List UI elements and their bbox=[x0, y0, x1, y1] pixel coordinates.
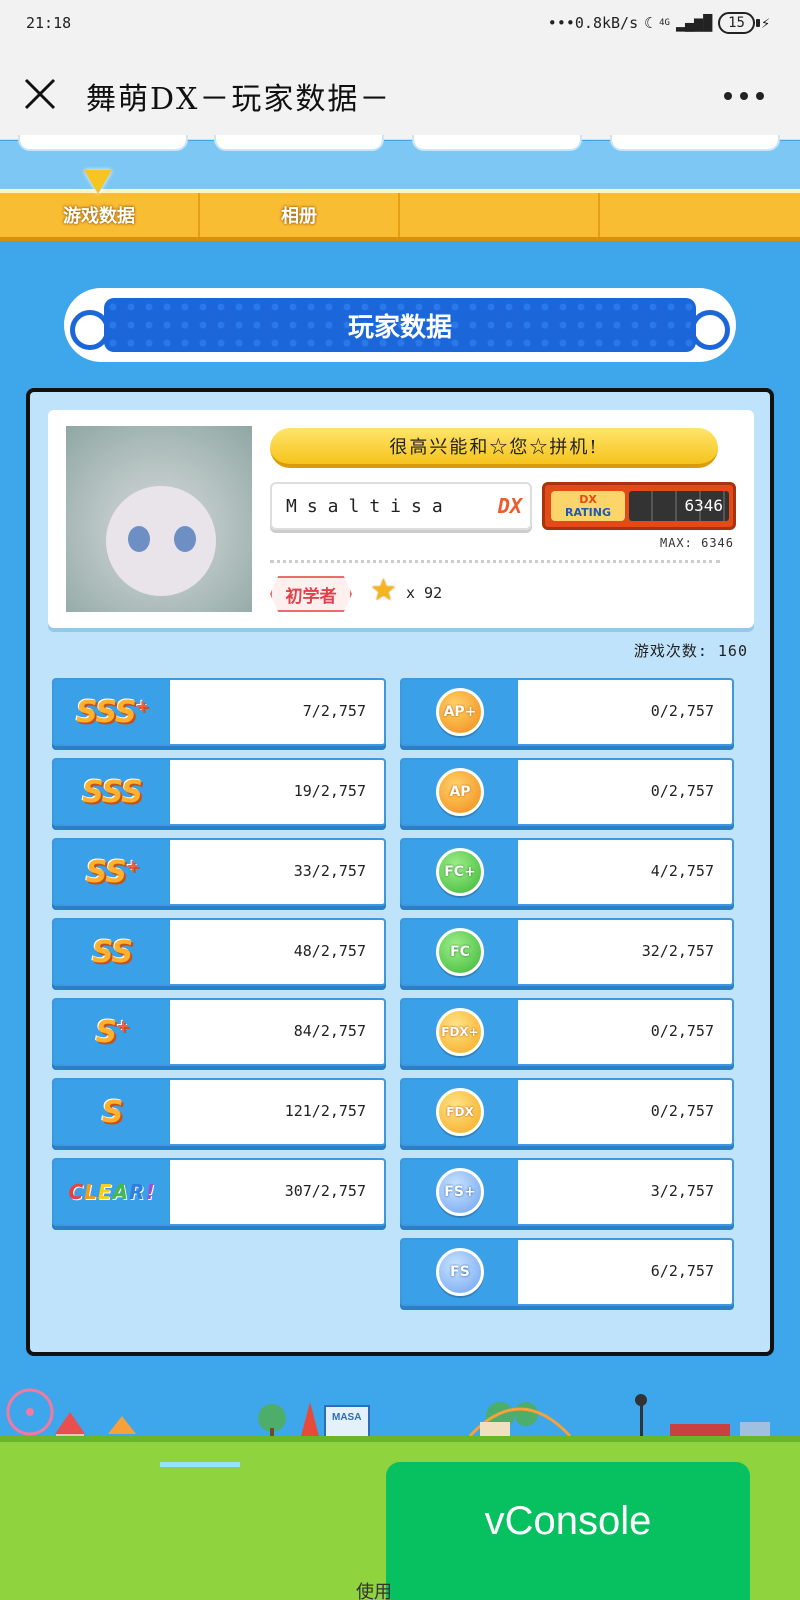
tab-empty-4[interactable] bbox=[600, 193, 800, 237]
clock: 21:18 bbox=[26, 14, 72, 32]
fdx-plus-badge-icon: FDX+ bbox=[436, 1008, 484, 1056]
rank-count: 84/2,757 bbox=[293, 1022, 366, 1040]
signal-label: 4G bbox=[659, 18, 670, 28]
fs-badge-icon: FS bbox=[436, 1248, 484, 1296]
ap-badge-icon: AP bbox=[436, 768, 484, 816]
combo-row-fdx: FDX 0/2,757 bbox=[400, 1078, 734, 1146]
tab-game-data[interactable]: 游戏数据 bbox=[0, 193, 200, 237]
sss-rank-icon: SSS bbox=[82, 774, 143, 810]
dx-logo-icon: DX bbox=[497, 494, 522, 518]
rank-count: 33/2,757 bbox=[293, 862, 366, 880]
combo-row-ap-plus: AP+ 0/2,757 bbox=[400, 678, 734, 746]
rank-count: 7/2,757 bbox=[302, 702, 366, 720]
player-data-panel: 很高兴能和☆您☆拼机! Msaltisa DX DX RATING 6346 M… bbox=[26, 388, 774, 1356]
combo-row-fs: FS 6/2,757 bbox=[400, 1238, 734, 1306]
section-banner: 玩家数据 bbox=[64, 288, 736, 362]
ap-plus-badge-icon: AP+ bbox=[436, 688, 484, 736]
more-menu-icon[interactable] bbox=[724, 92, 764, 100]
combo-row-fs-plus: FS+ 3/2,757 bbox=[400, 1158, 734, 1226]
combo-count: 0/2,757 bbox=[650, 782, 714, 800]
moon-icon: ☾ bbox=[644, 14, 654, 32]
rank-row-s-plus: S+ 84/2,757 bbox=[52, 998, 386, 1066]
rating-plate: DX RATING 6346 bbox=[542, 482, 736, 530]
rank-row-sss: SSS 19/2,757 bbox=[52, 758, 386, 826]
s-rank-icon: S bbox=[101, 1094, 124, 1130]
tab-empty-3[interactable] bbox=[400, 193, 600, 237]
combo-count: 0/2,757 bbox=[650, 702, 714, 720]
section-title: 玩家数据 bbox=[104, 298, 696, 352]
ss-plus-rank-icon: SS+ bbox=[85, 854, 140, 890]
status-icons: •••0.8kB/s ☾ 4G ▂▄▆█ 15 ⚡ bbox=[548, 12, 770, 34]
player-name: Msaltisa bbox=[286, 495, 453, 517]
avatar bbox=[66, 426, 252, 612]
charging-icon: ⚡ bbox=[760, 14, 770, 32]
rank-row-ss: SS 48/2,757 bbox=[52, 918, 386, 986]
max-rating: MAX: 6346 bbox=[659, 536, 734, 550]
fc-badge-icon: FC bbox=[436, 928, 484, 976]
tab-album[interactable]: 相册 bbox=[200, 193, 400, 237]
close-icon[interactable] bbox=[22, 76, 58, 112]
clear-rank-icon: CLEAR! bbox=[68, 1180, 156, 1204]
rank-count: 48/2,757 bbox=[293, 942, 366, 960]
combo-count: 3/2,757 bbox=[650, 1182, 714, 1200]
star-count: x 92 bbox=[406, 584, 443, 602]
rank-row-clear: CLEAR! 307/2,757 bbox=[52, 1158, 386, 1226]
nav-pill[interactable] bbox=[610, 135, 780, 151]
fdx-badge-icon: FDX bbox=[436, 1088, 484, 1136]
combo-count: 4/2,757 bbox=[650, 862, 714, 880]
play-count: 游戏次数: 160 bbox=[633, 642, 748, 660]
star-icon: ★ bbox=[370, 573, 397, 608]
vconsole-button[interactable]: vConsole bbox=[386, 1462, 750, 1600]
rank-stats-column: SSS+ 7/2,757 SSS 19/2,757 SS+ 33/2,757 S… bbox=[52, 678, 386, 1238]
masa-sign: MASA bbox=[332, 1412, 361, 1423]
network-speed: •••0.8kB/s bbox=[547, 14, 639, 32]
rank-row-ss-plus: SS+ 33/2,757 bbox=[52, 838, 386, 906]
tab-bar: 游戏数据 相册 bbox=[0, 189, 800, 241]
profile-card: 很高兴能和☆您☆拼机! Msaltisa DX DX RATING 6346 M… bbox=[48, 410, 754, 628]
divider bbox=[270, 560, 720, 563]
page-title: 舞萌DX－玩家数据－ bbox=[86, 82, 392, 117]
pond bbox=[160, 1462, 240, 1467]
class-badge: 初学者 bbox=[270, 576, 352, 612]
rank-count: 121/2,757 bbox=[284, 1102, 366, 1120]
fc-plus-badge-icon: FC+ bbox=[436, 848, 484, 896]
status-bar: 21:18 •••0.8kB/s ☾ 4G ▂▄▆█ 15 ⚡ bbox=[0, 0, 800, 48]
rating-label: DX RATING bbox=[551, 491, 625, 521]
player-name-plate: Msaltisa DX bbox=[270, 482, 532, 530]
title-bar: 舞萌DX－玩家数据－ bbox=[0, 48, 800, 140]
combo-count: 0/2,757 bbox=[650, 1022, 714, 1040]
rank-row-sss-plus: SSS+ 7/2,757 bbox=[52, 678, 386, 746]
nav-pill[interactable] bbox=[18, 135, 188, 151]
combo-row-fdx-plus: FDX+ 0/2,757 bbox=[400, 998, 734, 1066]
greeting-banner: 很高兴能和☆您☆拼机! bbox=[270, 428, 718, 468]
nav-pill[interactable] bbox=[412, 135, 582, 151]
combo-count: 0/2,757 bbox=[650, 1102, 714, 1120]
rank-row-s: S 121/2,757 bbox=[52, 1078, 386, 1146]
signal-bars-icon: ▂▄▆█ bbox=[675, 14, 713, 32]
sss-plus-rank-icon: SSS+ bbox=[75, 694, 149, 730]
combo-row-fc: FC 32/2,757 bbox=[400, 918, 734, 986]
combo-count: 6/2,757 bbox=[650, 1262, 714, 1280]
combo-count: 32/2,757 bbox=[641, 942, 714, 960]
fs-plus-badge-icon: FS+ bbox=[436, 1168, 484, 1216]
rank-count: 19/2,757 bbox=[293, 782, 366, 800]
ss-rank-icon: SS bbox=[91, 934, 133, 970]
nav-pill[interactable] bbox=[214, 135, 384, 151]
footer-text: 使用 bbox=[356, 1582, 392, 1600]
header-sky bbox=[0, 135, 800, 189]
battery-icon: 15 bbox=[718, 12, 760, 34]
rank-count: 307/2,757 bbox=[284, 1182, 366, 1200]
combo-row-ap: AP 0/2,757 bbox=[400, 758, 734, 826]
s-plus-rank-icon: S+ bbox=[95, 1014, 129, 1050]
active-tab-arrow-icon bbox=[84, 170, 112, 194]
combo-stats-column: AP+ 0/2,757 AP 0/2,757 FC+ 4/2,757 FC 32… bbox=[400, 678, 734, 1318]
combo-row-fc-plus: FC+ 4/2,757 bbox=[400, 838, 734, 906]
rating-value: 6346 bbox=[629, 491, 729, 521]
